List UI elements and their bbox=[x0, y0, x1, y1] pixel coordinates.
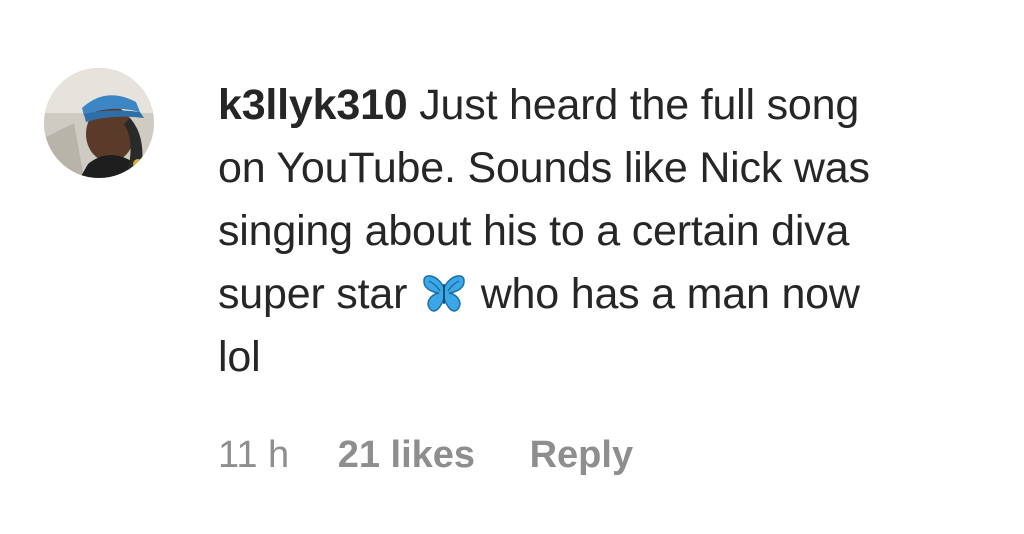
comment-text: who has a man now bbox=[480, 270, 860, 318]
comment-line-2: on YouTube. Sounds like Nick was bbox=[218, 144, 870, 192]
comment-text: super star bbox=[218, 270, 408, 318]
comment-meta: 11 h 21 likes Reply bbox=[218, 430, 633, 480]
comment-line-3: singing about his to a certain diva bbox=[218, 207, 850, 255]
timestamp: 11 h bbox=[218, 434, 290, 476]
comment-line-4: super star who has a man now bbox=[218, 263, 998, 326]
comment-text: Just heard the full song bbox=[419, 81, 860, 129]
butterfly-icon bbox=[421, 269, 467, 312]
comment: k3llyk310 Just heard the full song on Yo… bbox=[0, 0, 1024, 534]
comment-line-1: k3llyk310 Just heard the full song bbox=[218, 74, 998, 137]
reply-button[interactable]: Reply bbox=[530, 430, 633, 480]
comment-body: k3llyk310 Just heard the full song on Yo… bbox=[218, 74, 998, 389]
likes-count[interactable]: 21 likes bbox=[338, 430, 475, 480]
username[interactable]: k3llyk310 bbox=[218, 81, 408, 129]
comment-line-6: lol bbox=[218, 333, 261, 381]
avatar-photo-icon bbox=[44, 68, 154, 178]
avatar[interactable] bbox=[44, 68, 154, 178]
